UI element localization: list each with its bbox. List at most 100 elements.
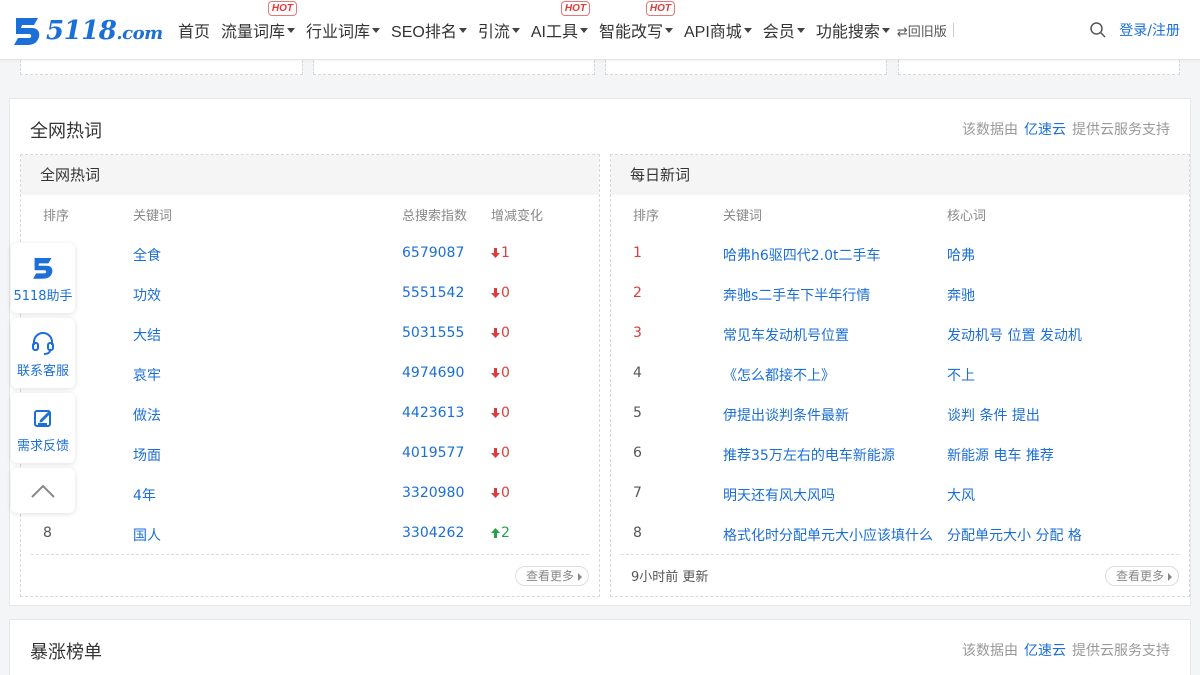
caret-down-icon [796,27,805,33]
main-menu: 首页 流量词库 HOT 行业词库 SEO排名 引流 AI工具 HOT 智能改写 HOT API商城 会… [178,0,954,60]
keyword-link[interactable]: 明天还有风大风吗 [723,485,835,505]
nav-menu-label: API商城 [684,24,742,41]
keyword-link[interactable]: 伊提出谈判条件最新 [723,405,849,425]
keyword-link[interactable]: 奔驰s二手车下半年行情 [723,285,870,305]
rank-cell: 7 [633,485,642,501]
card-stub [313,60,595,75]
table-row: 做法 4423613 0 [21,405,599,425]
keyword-link[interactable]: 常见车发动机号位置 [723,325,849,345]
nav-menu-item[interactable]: 功能搜索 [816,18,890,42]
arrow-down-icon [491,248,500,258]
keyword-link[interactable]: 哈弗h6驱四代2.0t二手车 [723,245,881,265]
rank-cell: 8 [43,525,52,541]
caret-down-icon [881,27,890,33]
hot-badge: HOT [645,1,675,16]
nav-menu-item[interactable]: SEO排名 [391,18,467,42]
rank-cell: 3 [633,325,642,341]
back-to-top-button[interactable] [11,468,75,513]
change-cell: 2 [491,525,510,541]
customer-service-button[interactable]: 联系客服 [11,318,75,388]
core-word-link[interactable]: 新能源 电车 推荐 [947,445,1054,465]
core-word-link[interactable]: 发动机号 位置 发动机 [947,325,1082,345]
caret-down-icon [665,27,673,33]
old-version-label: ⇄回旧版 [896,24,947,40]
old-version-link[interactable]: ⇄回旧版 [897,21,954,40]
table-row: 大结 5031555 0 [21,325,599,345]
data-source-note: 该数据由 亿速云 提供云服务支持 [962,643,1170,659]
column-header: 关键词 [723,209,763,224]
table-row: 4 《怎么都接不上》 不上 [611,365,1189,385]
nav-menu-item[interactable]: 智能改写 HOT [599,1,675,42]
change-value: 0 [501,365,510,381]
card-stub [605,60,887,75]
keyword-link[interactable]: 《怎么都接不上》 [723,365,835,385]
nav-menu-item[interactable]: 引流 [478,18,520,42]
keyword-link[interactable]: 格式化时分配单元大小应该填什么 [723,525,933,545]
arrow-up-icon [491,528,500,538]
nav-menu-item[interactable]: 行业词库 [306,18,381,42]
update-time: 9小时前 更新 [631,570,709,585]
search-index-cell: 6579087 [402,245,465,261]
column-header: 关键词 [133,209,173,224]
nav-menu-item[interactable]: API商城 [684,18,752,42]
assistant-button[interactable]: 5118助手 [11,243,75,313]
core-word-link[interactable]: 不上 [947,365,975,385]
keyword-link[interactable]: 做法 [133,405,161,425]
change-value: 0 [501,325,510,341]
column-header: 排序 [633,209,660,224]
keyword-link[interactable]: 场面 [133,445,161,465]
table-row: 功效 5551542 0 [21,285,599,305]
change-cell: 1 [491,245,510,261]
site-logo[interactable]: 5118.com [10,14,163,48]
keyword-link[interactable]: 功效 [133,285,161,305]
source-brand-link[interactable]: 亿速云 [1024,643,1066,659]
rank-cell: 4 [633,365,642,381]
core-word-link[interactable]: 奔驰 [947,285,975,305]
arrow-down-icon [491,288,500,298]
change-cell: 0 [491,365,510,381]
headset-icon [32,332,54,355]
nav-menu-label: 流量词库 [221,24,286,41]
nav-menu-item[interactable]: 流量词库 HOT [221,1,298,42]
keyword-link[interactable]: 全食 [133,245,161,265]
caret-down-icon [743,27,752,33]
column-header: 核心词 [947,209,987,224]
chevron-up-icon [31,484,55,498]
nav-right: 登录/注册 [1089,0,1180,60]
caret-down-icon [579,27,588,33]
column-header: 排序 [43,209,70,224]
view-more-button[interactable]: 查看更多 [1104,566,1179,586]
core-word-link[interactable]: 分配单元大小 分配 格 [947,525,1082,545]
feedback-button[interactable]: 需求反馈 [11,393,75,463]
rank-cell: 8 [633,525,642,541]
edit-note-icon [34,410,51,427]
table-header: 排序 关键词 核心词 [611,205,1189,225]
arrow-down-icon [491,448,500,458]
keyword-link[interactable]: 4年 [133,485,156,505]
search-icon[interactable] [1089,21,1107,39]
search-index-cell: 5031555 [402,325,465,341]
view-more-button[interactable]: 查看更多 [514,566,589,586]
column-header: 增减变化 [491,209,544,224]
keyword-link[interactable]: 大结 [133,325,161,345]
login-link[interactable]: 登录/注册 [1119,20,1180,40]
keyword-link[interactable]: 哀牢 [133,365,161,385]
table-row: 2 奔驰s二手车下半年行情 奔驰 [611,285,1189,305]
arrow-down-icon [491,368,500,378]
keyword-link[interactable]: 国人 [133,525,161,545]
nav-menu-label: SEO排名 [391,24,457,41]
nav-menu-item[interactable]: AI工具 HOT [531,1,590,42]
core-word-link[interactable]: 大风 [947,485,975,505]
logo-icon [14,18,40,45]
core-word-link[interactable]: 哈弗 [947,245,975,265]
service-label: 联系客服 [16,364,69,379]
search-index-cell: 4423613 [402,405,465,421]
top-navbar: 5118.com 首页 流量词库 HOT 行业词库 SEO排名 引流 AI工具 HOT 智能改写… [0,0,1200,60]
source-brand-link[interactable]: 亿速云 [1024,122,1066,138]
core-word-link[interactable]: 谈判 条件 提出 [947,405,1040,425]
table-row: 全食 6579087 1 [21,245,599,265]
nav-menu-item[interactable]: 会员 [763,18,805,42]
change-value: 0 [501,485,510,501]
nav-menu-item[interactable]: 首页 [178,18,210,42]
keyword-link[interactable]: 推荐35万左右的电车新能源 [723,445,895,465]
